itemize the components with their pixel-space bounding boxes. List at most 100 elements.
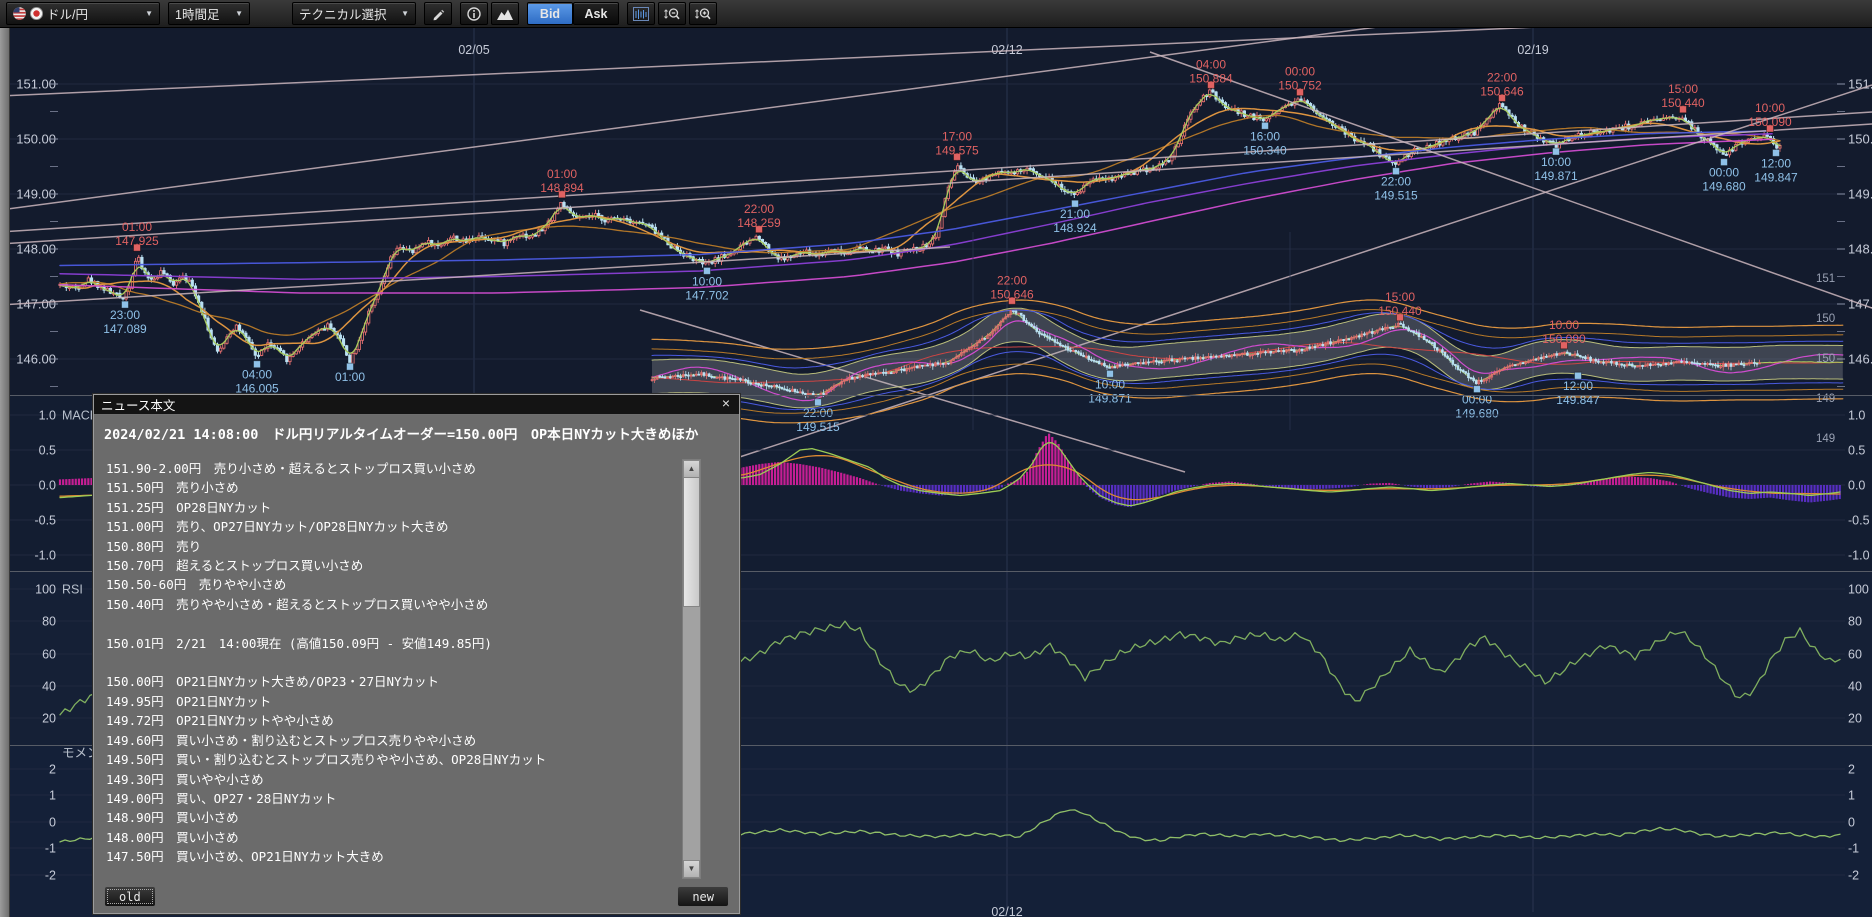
svg-text:10:00: 10:00 xyxy=(1095,377,1125,391)
scroll-up-icon[interactable]: ▲ xyxy=(683,460,700,478)
svg-text:-2: -2 xyxy=(1848,869,1859,883)
news-popup-titlebar[interactable]: ニュース本文 × xyxy=(94,395,739,415)
svg-text:149.871: 149.871 xyxy=(1534,169,1578,183)
svg-text:22:00: 22:00 xyxy=(1381,175,1411,189)
svg-text:12:00: 12:00 xyxy=(1761,156,1791,170)
svg-text:150.440: 150.440 xyxy=(1378,304,1422,318)
old-button[interactable]: old xyxy=(104,886,156,907)
zoom-in-button[interactable] xyxy=(689,2,717,25)
svg-text:148.00: 148.00 xyxy=(1848,242,1872,257)
tick-chart-button[interactable] xyxy=(627,2,655,25)
news-line: 150.80円 売り xyxy=(106,537,679,556)
svg-text:0.0: 0.0 xyxy=(1848,479,1865,493)
svg-text:149.847: 149.847 xyxy=(1754,170,1798,184)
svg-text:149.575: 149.575 xyxy=(935,143,979,157)
svg-text:149.515: 149.515 xyxy=(796,420,840,434)
svg-text:150: 150 xyxy=(1816,313,1835,325)
svg-text:1: 1 xyxy=(49,789,56,803)
svg-text:1.0: 1.0 xyxy=(39,409,56,423)
svg-text:147.702: 147.702 xyxy=(685,288,729,302)
news-line: 147.50円 買い小さめ、OP21日NYカット大きめ xyxy=(106,847,679,866)
chevron-down-icon: ▼ xyxy=(395,9,409,18)
news-popup-title: ニュース本文 xyxy=(101,395,175,414)
chevron-down-icon: ▼ xyxy=(229,9,243,18)
new-button[interactable]: new xyxy=(677,886,729,907)
svg-text:10:00: 10:00 xyxy=(1541,155,1571,169)
close-icon[interactable]: × xyxy=(722,395,730,411)
svg-text:148.894: 148.894 xyxy=(540,181,584,195)
chart-style-button[interactable] xyxy=(491,2,519,25)
us-flag-icon xyxy=(13,7,26,20)
svg-text:0.5: 0.5 xyxy=(1848,444,1865,458)
news-line: 150.01円 2/21 14:00現在 (高値150.09円 - 安値149.… xyxy=(106,634,679,653)
svg-text:02/19: 02/19 xyxy=(1517,43,1548,57)
japan-flag-icon xyxy=(30,7,43,20)
news-line xyxy=(106,653,679,672)
svg-text:10:00: 10:00 xyxy=(1755,101,1785,115)
news-line: 151.00円 売り、OP27日NYカット/OP28日NYカット大きめ xyxy=(106,517,679,536)
svg-text:2: 2 xyxy=(49,763,56,777)
svg-text:21:00: 21:00 xyxy=(1060,207,1090,221)
technical-selector[interactable]: テクニカル選択 ▼ xyxy=(292,2,416,25)
mountain-icon xyxy=(497,8,513,20)
pair-selector[interactable]: ドル/円 ▼ xyxy=(6,2,160,25)
zoom-out-button[interactable] xyxy=(658,2,686,25)
svg-text:150.646: 150.646 xyxy=(990,287,1034,301)
technical-label: テクニカル選択 xyxy=(299,4,387,23)
news-line: 148.00円 買い小さめ xyxy=(106,828,679,847)
svg-text:02/05: 02/05 xyxy=(458,43,489,57)
news-line xyxy=(106,614,679,633)
svg-text:20: 20 xyxy=(1848,712,1862,726)
svg-text:40: 40 xyxy=(42,680,56,694)
news-scrollbar[interactable]: ▲ ▼ xyxy=(682,459,701,879)
news-line: 149.95円 OP21日NYカット xyxy=(106,692,679,711)
draw-tool-button[interactable] xyxy=(424,2,452,25)
svg-text:RSI: RSI xyxy=(62,583,83,597)
left-edge-strip xyxy=(0,27,10,917)
news-line: 149.50円 買い・割り込むとストップロス売りやや小さめ、OP28日NYカット xyxy=(106,750,679,769)
svg-text:20: 20 xyxy=(42,712,56,726)
svg-text:150.646: 150.646 xyxy=(1480,84,1524,98)
svg-text:80: 80 xyxy=(42,615,56,629)
svg-text:147.089: 147.089 xyxy=(103,322,147,336)
svg-text:17:00: 17:00 xyxy=(942,129,972,143)
zoom-in-icon xyxy=(694,7,712,21)
svg-text:10:00: 10:00 xyxy=(1549,318,1579,332)
svg-text:0: 0 xyxy=(1848,816,1855,830)
bid-button[interactable]: Bid xyxy=(527,2,573,25)
svg-text:15:00: 15:00 xyxy=(1385,290,1415,304)
svg-text:0.0: 0.0 xyxy=(39,479,56,493)
svg-text:22:00: 22:00 xyxy=(803,406,833,420)
news-line xyxy=(106,867,679,879)
svg-text:100: 100 xyxy=(1848,583,1869,597)
scroll-thumb[interactable] xyxy=(683,477,700,607)
svg-text:22:00: 22:00 xyxy=(1487,70,1517,84)
svg-text:01:00: 01:00 xyxy=(335,370,365,384)
news-line: 151.50円 売り小さめ xyxy=(106,478,679,497)
news-headline: 2024/02/21 14:08:00 ドル円リアルタイムオーダー=150.00… xyxy=(104,423,725,443)
info-button[interactable] xyxy=(460,2,488,25)
svg-text:149.871: 149.871 xyxy=(1088,391,1132,405)
svg-text:149.00: 149.00 xyxy=(1848,187,1872,202)
svg-text:23:00: 23:00 xyxy=(110,308,140,322)
scroll-down-icon[interactable]: ▼ xyxy=(683,860,700,878)
svg-text:150.00: 150.00 xyxy=(1848,132,1872,147)
svg-text:12:00: 12:00 xyxy=(1563,379,1593,393)
svg-text:150.752: 150.752 xyxy=(1278,79,1322,93)
svg-text:148.259: 148.259 xyxy=(737,216,781,230)
svg-text:0.5: 0.5 xyxy=(39,444,56,458)
ask-button[interactable]: Ask xyxy=(573,2,619,25)
news-line: 150.00円 OP21日NYカット大きめ/OP23・27日NYカット xyxy=(106,672,679,691)
svg-text:60: 60 xyxy=(42,648,56,662)
news-line: 149.00円 買い、OP27・28日NYカット xyxy=(106,789,679,808)
pencil-icon xyxy=(431,7,445,21)
news-line: 149.60円 買い小さめ・割り込むとストップロス売りやや小さめ xyxy=(106,731,679,750)
timeframe-selector[interactable]: 1時間足 ▼ xyxy=(168,2,250,25)
svg-text:22:00: 22:00 xyxy=(744,202,774,216)
tick-bars-icon xyxy=(633,7,649,21)
news-body: 151.90-2.00円 売り小さめ・超えるとストップロス買い小さめ151.50… xyxy=(106,459,679,879)
svg-text:-1: -1 xyxy=(1848,842,1859,856)
svg-text:150.340: 150.340 xyxy=(1243,143,1287,157)
svg-text:00:00: 00:00 xyxy=(1285,65,1315,79)
svg-text:-0.5: -0.5 xyxy=(1848,514,1870,528)
